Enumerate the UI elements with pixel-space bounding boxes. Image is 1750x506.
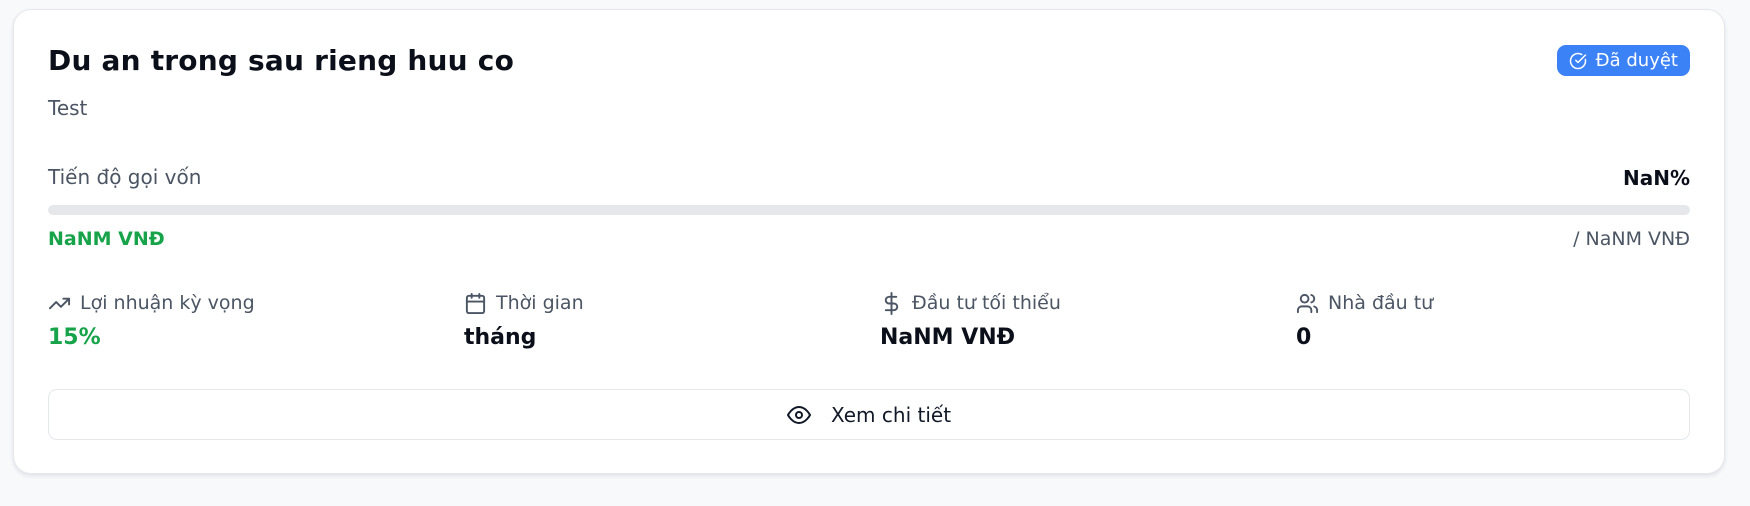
- trending-up-icon: [48, 292, 71, 315]
- funding-progress-bar: [48, 205, 1690, 215]
- funding-goal-amount: / NaNM VNĐ: [1573, 228, 1690, 250]
- stat-value: 0: [1296, 325, 1312, 350]
- stat-value: NaNM VNĐ: [880, 325, 1016, 350]
- stat-duration: Thời gian tháng: [464, 289, 864, 350]
- project-stats: Lợi nhuận kỳ vọng 15% Thời gian tháng Đầ…: [48, 289, 1690, 359]
- stat-label: Nhà đầu tư: [1328, 292, 1434, 314]
- users-icon: [1296, 292, 1319, 315]
- check-circle-icon: [1569, 52, 1587, 70]
- stat-value: 15%: [48, 325, 101, 350]
- project-card: Du an trong sau rieng huu co Test Đã duy…: [13, 9, 1725, 474]
- status-badge: Đã duyệt: [1556, 45, 1690, 76]
- stat-label: Đầu tư tối thiểu: [912, 292, 1061, 314]
- calendar-icon: [464, 292, 487, 315]
- stat-value: tháng: [464, 325, 537, 350]
- stat-investors: Nhà đầu tư 0: [1296, 289, 1696, 350]
- project-card-content: Du an trong sau rieng huu co Test Đã duy…: [48, 10, 1690, 473]
- view-details-button[interactable]: Xem chi tiết: [48, 389, 1690, 440]
- view-details-label: Xem chi tiết: [830, 402, 952, 427]
- funding-raised-amount: NaNM VNĐ: [48, 228, 165, 250]
- project-title: Du an trong sau rieng huu co: [48, 44, 515, 77]
- eye-icon: [786, 403, 811, 427]
- stat-expected-return: Lợi nhuận kỳ vọng 15%: [48, 289, 448, 350]
- stat-minimum-investment: Đầu tư tối thiểu NaNM VNĐ: [880, 289, 1280, 350]
- stat-label: Thời gian: [496, 292, 584, 314]
- funding-progress-label: Tiến độ gọi vốn: [48, 165, 202, 189]
- dollar-icon: [880, 291, 903, 315]
- status-badge-label: Đã duyệt: [1595, 50, 1678, 71]
- funding-progress-percent: NaN%: [1622, 166, 1690, 190]
- stat-label: Lợi nhuận kỳ vọng: [80, 292, 255, 314]
- project-description: Test: [48, 96, 88, 120]
